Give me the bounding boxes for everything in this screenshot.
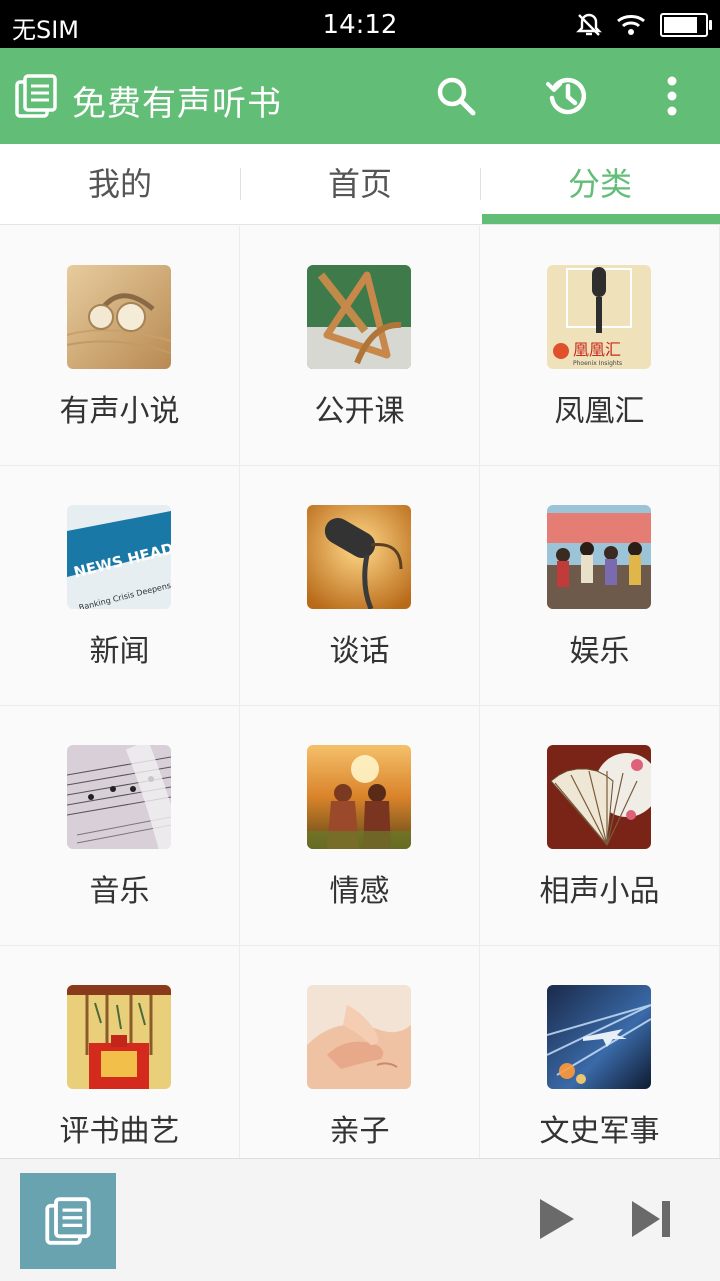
category-parenting[interactable]: 亲子 bbox=[240, 946, 480, 1158]
skip-next-icon[interactable] bbox=[630, 1197, 674, 1241]
category-grid: 有声小说 公开课 凰凰汇 Phoenix Insights 凤凰汇 NEWS H… bbox=[0, 226, 720, 1158]
category-label: 公开课 bbox=[314, 394, 405, 429]
app-title: 免费有声听书 bbox=[72, 84, 282, 124]
search-icon[interactable] bbox=[432, 72, 480, 120]
status-icons bbox=[576, 10, 712, 40]
couple-sunset-thumbnail bbox=[307, 745, 411, 849]
category-label: 亲子 bbox=[329, 1114, 390, 1149]
category-entertainment[interactable]: 娱乐 bbox=[480, 466, 720, 706]
category-label: 评书曲艺 bbox=[59, 1114, 180, 1149]
battery-icon bbox=[660, 13, 712, 37]
category-history-military[interactable]: 文史军事 bbox=[480, 946, 720, 1158]
category-open-course[interactable]: 公开课 bbox=[240, 226, 480, 466]
app-bar: 免费有声听书 bbox=[0, 48, 720, 144]
news-thumbnail: NEWS HEADLINES Banking Crisis Deepens bbox=[67, 505, 171, 609]
category-music[interactable]: 音乐 bbox=[0, 706, 240, 946]
headphones-thumbnail bbox=[67, 265, 171, 369]
ruler-thumbnail bbox=[307, 265, 411, 369]
mute-bell-icon bbox=[576, 13, 602, 36]
now-playing-cover[interactable] bbox=[20, 1173, 116, 1269]
category-label: 文史军事 bbox=[539, 1114, 660, 1149]
category-label: 有声小说 bbox=[59, 394, 180, 429]
category-label: 音乐 bbox=[89, 874, 150, 909]
category-label: 凤凰汇 bbox=[554, 394, 645, 429]
crowd-thumbnail bbox=[547, 505, 651, 609]
category-emotion[interactable]: 情感 bbox=[240, 706, 480, 946]
hands-thumbnail bbox=[307, 985, 411, 1089]
phoenix-logo-subtext: Phoenix Insights bbox=[573, 360, 622, 367]
category-storytelling[interactable]: 评书曲艺 bbox=[0, 946, 240, 1158]
category-phoenix[interactable]: 凰凰汇 Phoenix Insights 凤凰汇 bbox=[480, 226, 720, 466]
category-label: 娱乐 bbox=[569, 634, 630, 669]
jet-thumbnail bbox=[547, 985, 651, 1089]
tab-home[interactable]: 首页 bbox=[240, 144, 480, 224]
tab-mine[interactable]: 我的 bbox=[0, 144, 240, 224]
category-label: 谈话 bbox=[329, 634, 390, 669]
wifi-icon bbox=[617, 15, 645, 35]
tab-indicator bbox=[482, 214, 720, 224]
book-icon bbox=[15, 74, 57, 118]
tab-categories[interactable]: 分类 bbox=[480, 144, 720, 224]
vintage-mic-thumbnail bbox=[307, 505, 411, 609]
microphone-thumbnail: 凰凰汇 Phoenix Insights bbox=[547, 265, 651, 369]
player-bar bbox=[0, 1158, 720, 1281]
book-cover-icon bbox=[45, 1197, 91, 1245]
category-crosstalk[interactable]: 相声小品 bbox=[480, 706, 720, 946]
stage-thumbnail bbox=[67, 985, 171, 1089]
play-icon[interactable] bbox=[534, 1197, 578, 1241]
category-news[interactable]: NEWS HEADLINES Banking Crisis Deepens 新闻 bbox=[0, 466, 240, 706]
category-talk[interactable]: 谈话 bbox=[240, 466, 480, 706]
sheet-music-thumbnail bbox=[67, 745, 171, 849]
folding-fan-thumbnail bbox=[547, 745, 651, 849]
history-icon[interactable] bbox=[544, 72, 592, 120]
more-vert-icon[interactable] bbox=[648, 72, 696, 120]
category-audio-novel[interactable]: 有声小说 bbox=[0, 226, 240, 466]
phoenix-logo-text: 凰凰汇 bbox=[573, 340, 621, 359]
category-label: 相声小品 bbox=[539, 874, 660, 909]
tab-bar: 我的 首页 分类 bbox=[0, 144, 720, 225]
category-label: 情感 bbox=[329, 874, 390, 909]
status-bar: 无SIM 14:12 bbox=[0, 0, 720, 48]
category-label: 新闻 bbox=[89, 634, 150, 669]
